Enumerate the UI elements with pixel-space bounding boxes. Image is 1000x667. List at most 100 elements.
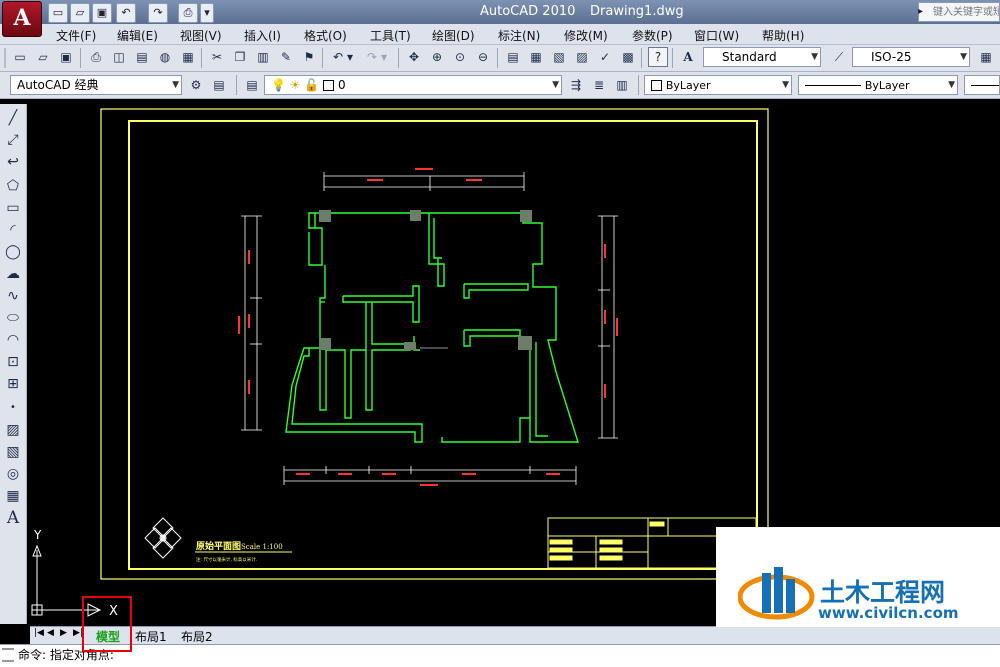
tab-layout1[interactable]: 布局1 <box>135 628 167 645</box>
3d-dwf-icon[interactable]: ◍ <box>155 47 175 67</box>
gradient-icon[interactable]: ▧ <box>3 442 23 462</box>
copy-icon[interactable]: ❐ <box>230 47 250 67</box>
table-style-icon[interactable]: ▦ <box>976 47 996 67</box>
region-icon[interactable]: ◎ <box>3 464 23 484</box>
first-tab-icon[interactable]: |◀ <box>34 628 44 638</box>
make-current-layer-icon[interactable]: ⇶ <box>566 75 586 95</box>
save-icon[interactable]: ▣ <box>92 3 112 23</box>
menu-edit[interactable]: 编辑(E) <box>117 27 158 44</box>
ellipse-arc-icon[interactable]: ◠ <box>3 330 23 350</box>
construction-line-icon[interactable]: ⤢ <box>3 130 23 150</box>
paste-icon[interactable]: ▥ <box>253 47 273 67</box>
workspace-switch-icon[interactable]: ▤ <box>209 75 229 95</box>
menu-bar: 文件(F) 编辑(E) 视图(V) 插入(I) 格式(O) 工具(T) 绘图(D… <box>0 24 1000 45</box>
redo-icon[interactable]: ↷ <box>148 3 168 23</box>
drawing-note: 注: 尺寸以毫米计, 标高以米计. <box>196 556 257 563</box>
make-block-icon[interactable]: ⊞ <box>3 374 23 394</box>
application-menu-button[interactable]: A <box>2 1 42 37</box>
workspace-select[interactable]: AutoCAD 经典 ▼ <box>10 75 182 95</box>
help-icon[interactable]: ? <box>648 47 668 67</box>
match-properties-icon[interactable]: ✎ <box>276 47 296 67</box>
calculator-icon[interactable]: ▩ <box>618 47 638 67</box>
revision-cloud-icon[interactable]: ☁ <box>3 264 23 284</box>
watermark-logo <box>738 567 815 620</box>
ellipse-icon[interactable]: ⬭ <box>3 308 23 328</box>
menu-insert[interactable]: 插入(I) <box>244 27 281 44</box>
zoom-window-icon[interactable]: ⊙ <box>450 47 470 67</box>
menu-file[interactable]: 文件(F) <box>56 27 96 44</box>
plot-preview-icon[interactable]: ◫ <box>109 47 129 67</box>
publish-icon[interactable]: ▤ <box>132 47 152 67</box>
menu-view[interactable]: 视图(V) <box>180 27 222 44</box>
circle-icon[interactable]: ◯ <box>3 242 23 262</box>
plot-icon[interactable]: ⎙ <box>178 3 198 23</box>
menu-tools[interactable]: 工具(T) <box>370 27 411 44</box>
block-editor-icon[interactable]: ⚑ <box>299 47 319 67</box>
command-line[interactable] <box>0 644 1000 667</box>
color-value: ByLayer <box>665 79 711 92</box>
search-input[interactable]: 键入关键字或短语 <box>918 2 1000 22</box>
command-line-grip[interactable] <box>2 648 14 662</box>
menu-parametric[interactable]: 参数(P) <box>632 27 673 44</box>
menu-draw[interactable]: 绘图(D) <box>432 27 475 44</box>
new-file-icon[interactable]: ▭ <box>48 3 68 23</box>
insert-block-icon[interactable]: ⊡ <box>3 352 23 372</box>
zoom-realtime-icon[interactable]: ⊕ <box>427 47 447 67</box>
undo-icon[interactable]: ↶ <box>116 3 136 23</box>
new-icon[interactable]: ▭ <box>10 47 30 67</box>
layer-lock-icon: 🔓 <box>304 78 320 92</box>
cut-icon[interactable]: ✂ <box>207 47 227 67</box>
layer-state-icon[interactable]: ▥ <box>612 75 632 95</box>
multiline-text-icon[interactable]: A <box>3 508 23 528</box>
point-icon[interactable]: • <box>3 398 23 418</box>
rectangle-icon[interactable]: ▭ <box>3 198 23 218</box>
layer-previous-icon[interactable]: ≣ <box>589 75 609 95</box>
undo-dropdown-icon[interactable]: ▾ <box>344 47 356 67</box>
text-style-icon[interactable]: A <box>678 47 698 67</box>
previous-tab-icon[interactable]: ◀ <box>47 628 54 638</box>
open-file-icon[interactable]: ▱ <box>70 3 90 23</box>
markup-icon[interactable]: ✓ <box>595 47 615 67</box>
dimension-style-select[interactable]: ISO-25 ▼ <box>852 47 970 67</box>
ucs-y-label: Y <box>33 528 42 542</box>
chevron-down-icon: ▼ <box>960 52 967 62</box>
menu-dimension[interactable]: 标注(N) <box>498 27 540 44</box>
properties-icon[interactable]: ▤ <box>503 47 523 67</box>
plot-icon[interactable]: ⎙ <box>86 47 106 67</box>
pan-icon[interactable]: ✥ <box>404 47 424 67</box>
spline-icon[interactable]: ∿ <box>3 286 23 306</box>
save-icon[interactable]: ▣ <box>56 47 76 67</box>
lineweight-sample <box>971 85 999 86</box>
hatch-icon[interactable]: ▨ <box>3 420 23 440</box>
linetype-select[interactable]: ByLayer ▼ <box>798 75 958 95</box>
line-icon[interactable]: ╱ <box>3 108 23 128</box>
menu-format[interactable]: 格式(O) <box>304 27 347 44</box>
sheet-set-icon[interactable]: ▨ <box>572 47 592 67</box>
tab-layout2[interactable]: 布局2 <box>181 628 213 645</box>
color-select[interactable]: ByLayer ▼ <box>644 75 792 95</box>
arc-icon[interactable]: ◜ <box>3 220 23 240</box>
open-icon[interactable]: ▱ <box>33 47 53 67</box>
redo-dropdown-icon[interactable]: ▾ <box>378 47 390 67</box>
dimension-text-marks <box>238 168 618 486</box>
table-icon[interactable]: ▦ <box>3 486 23 506</box>
menu-window[interactable]: 窗口(W) <box>694 27 739 44</box>
layer-select[interactable]: 💡 ☀ 🔓 0 ▼ <box>264 75 562 95</box>
text-style-select[interactable]: Standard ▼ <box>703 47 821 67</box>
zoom-previous-icon[interactable]: ⊖ <box>473 47 493 67</box>
layer-properties-icon[interactable]: ▤ <box>242 75 262 95</box>
design-center-icon[interactable]: ▦ <box>526 47 546 67</box>
workspace-settings-icon[interactable]: ⚙ <box>186 75 206 95</box>
tool-palettes-icon[interactable]: ▧ <box>549 47 569 67</box>
polygon-icon[interactable]: ⬠ <box>3 176 23 196</box>
quick-access-dropdown-icon[interactable]: ▾ <box>200 3 214 23</box>
lineweight-select[interactable] <box>964 75 1000 95</box>
etransmit-icon[interactable]: ▦ <box>178 47 198 67</box>
workspace-value: AutoCAD 经典 <box>17 78 99 92</box>
polyline-icon[interactable]: ↩ <box>3 152 23 172</box>
dimension-style-icon[interactable]: ⟋ <box>829 47 849 67</box>
menu-help[interactable]: 帮助(H) <box>762 27 804 44</box>
menu-modify[interactable]: 修改(M) <box>564 27 608 44</box>
next-tab-icon[interactable]: ▶ <box>60 628 67 638</box>
search-expand-icon[interactable]: ▸ <box>918 6 930 20</box>
